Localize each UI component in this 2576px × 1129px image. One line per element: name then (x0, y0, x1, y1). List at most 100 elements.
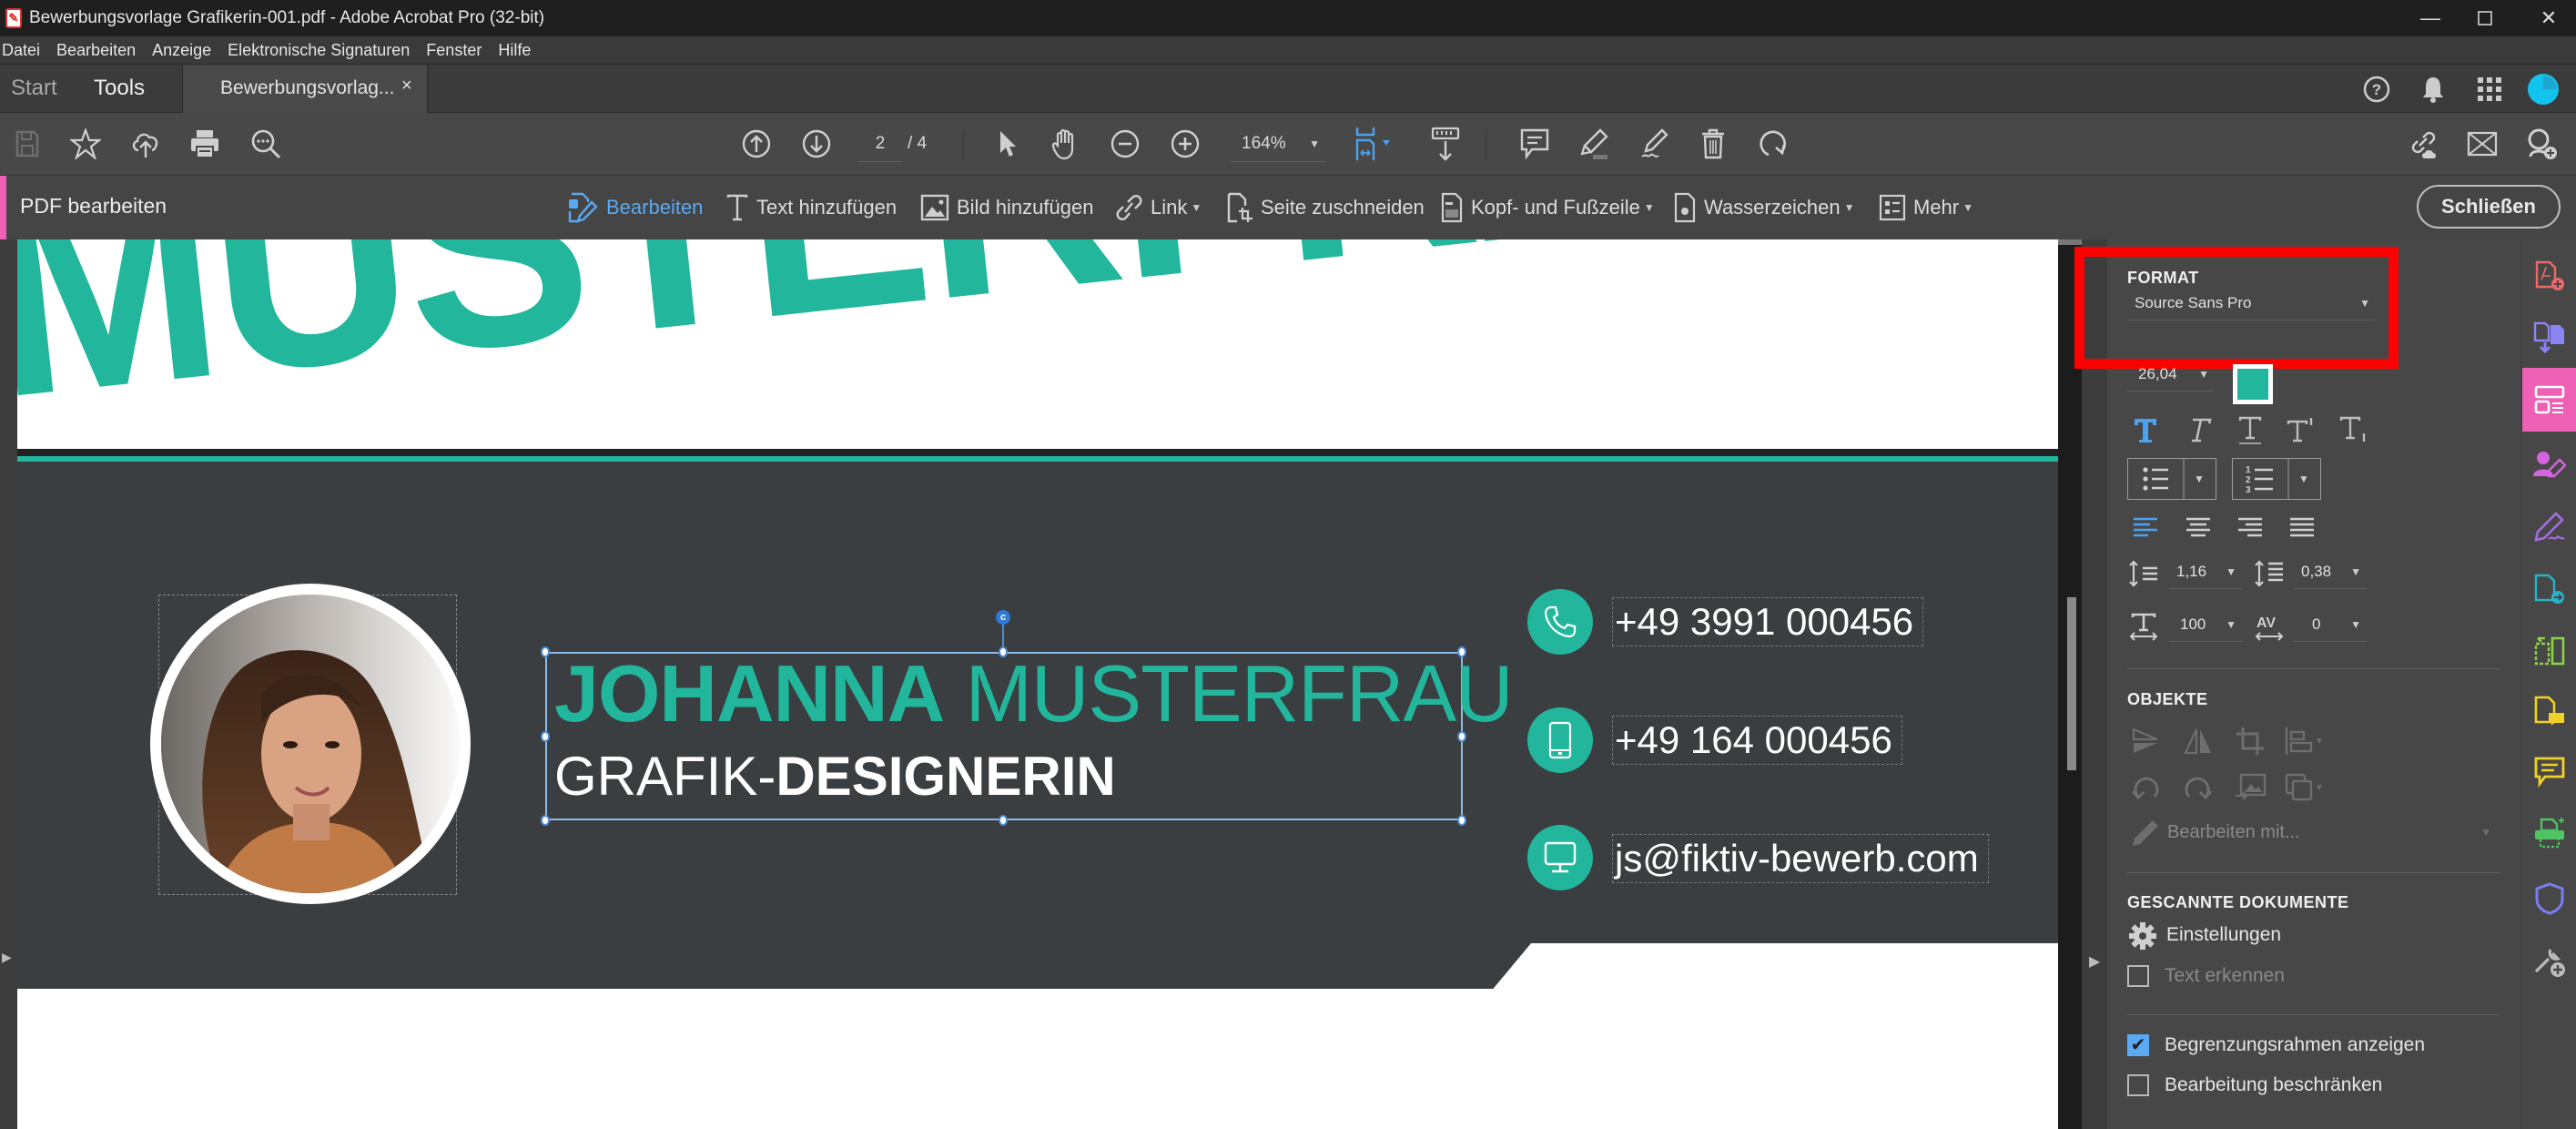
char-spacing-select[interactable]: 0 ▼ (2294, 609, 2367, 642)
add-image-button[interactable]: Bild hinzufügen (920, 191, 1093, 224)
rail-scan[interactable] (2522, 808, 2576, 859)
zoom-in-button[interactable] (1167, 126, 1203, 162)
sign-button[interactable] (1636, 126, 1672, 162)
tab-tools[interactable]: Tools (94, 76, 145, 101)
align-objects-button[interactable]: ▼ (2284, 723, 2335, 759)
maximize-button[interactable] (2458, 0, 2512, 36)
save-button[interactable] (9, 126, 46, 162)
mobile-text[interactable]: +49 164 000456 (1612, 716, 1902, 765)
font-size-select[interactable]: 26,04 ▼ (2127, 359, 2215, 392)
menu-fenster[interactable]: Fenster (426, 41, 482, 60)
email-text[interactable]: js@fiktiv-bewerb.com (1612, 834, 1989, 883)
edit-button[interactable]: Bearbeiten (566, 191, 703, 224)
settings-link[interactable]: Einstellungen (2166, 924, 2281, 946)
zoom-out-button[interactable] (1107, 126, 1143, 162)
scrollbar-thumb[interactable] (2067, 597, 2076, 770)
settings-gear-icon[interactable] (2127, 920, 2158, 951)
profile-photo[interactable] (150, 584, 471, 904)
flip-horizontal-button[interactable] (2180, 723, 2216, 759)
rail-request-signature[interactable] (2522, 440, 2576, 491)
show-bounding-box-checkbox[interactable]: ✔ (2127, 1034, 2149, 1056)
menu-datei[interactable]: Datei (2, 41, 40, 60)
phone-text[interactable]: +49 3991 000456 (1612, 597, 1924, 646)
recognize-text-checkbox[interactable] (2127, 965, 2149, 987)
more-button[interactable]: Mehr ▼ (1879, 191, 1973, 224)
close-tool-button[interactable]: Schließen (2417, 185, 2561, 229)
text-color-swatch[interactable] (2233, 364, 2273, 404)
align-right-button[interactable] (2232, 511, 2268, 544)
menu-signaturen[interactable]: Elektronische Signaturen (228, 41, 410, 60)
chevron-down-icon[interactable]: ▼ (2194, 473, 2205, 485)
rail-more-tools[interactable] (2522, 936, 2576, 987)
minimize-button[interactable]: — (2403, 0, 2458, 36)
replace-image-button[interactable] (2232, 769, 2268, 806)
print-button[interactable] (187, 126, 223, 162)
header-footer-button[interactable]: Kopf- und Fußzeile ▼ (1440, 191, 1655, 224)
comment-button[interactable] (1516, 126, 1553, 162)
highlight-button[interactable] (1576, 126, 1612, 162)
apps-button[interactable] (2473, 73, 2506, 106)
next-page-button[interactable] (798, 126, 835, 162)
upload-cloud-button[interactable] (127, 126, 164, 162)
pdf-page[interactable]: MUSTERFRAU (17, 239, 2058, 1129)
line-spacing-select[interactable]: 1,16 ▼ (2169, 556, 2242, 589)
underline-button[interactable] (2232, 411, 2268, 449)
delete-button[interactable] (1695, 126, 1731, 162)
tab-document[interactable]: Bewerbungsvorlag... × (182, 65, 428, 113)
justify-button[interactable] (2284, 511, 2320, 544)
arrange-button[interactable]: ▼ (2284, 769, 2335, 806)
align-center-button[interactable] (2180, 511, 2216, 544)
share-link-button[interactable] (2405, 126, 2441, 162)
rotate-right-button[interactable] (2180, 769, 2216, 806)
select-tool-button[interactable] (989, 126, 1025, 162)
vertical-scrollbar[interactable] (2058, 239, 2082, 1129)
crop-page-button[interactable]: Seite zuschneiden (1226, 191, 1425, 224)
crop-image-button[interactable] (2232, 723, 2268, 759)
rail-send-pdf[interactable] (2522, 564, 2576, 615)
subscript-button[interactable] (2337, 411, 2373, 449)
add-user-button[interactable] (2523, 126, 2560, 162)
restrict-editing-checkbox[interactable] (2127, 1074, 2149, 1096)
tab-start[interactable]: Start (11, 76, 57, 101)
rail-comment[interactable] (2522, 746, 2576, 797)
menu-bearbeiten[interactable]: Bearbeiten (56, 41, 136, 60)
chevron-down-icon[interactable]: ▼ (2298, 473, 2309, 485)
rail-fill-sign[interactable] (2522, 502, 2576, 553)
resize-handle-sw[interactable] (541, 815, 550, 826)
collapse-panel-icon[interactable]: ▶ (2089, 952, 2100, 971)
expand-left-pane-icon[interactable]: ▶ (2, 950, 12, 965)
search-button[interactable] (248, 126, 284, 162)
resize-handle-se[interactable] (1457, 815, 1466, 826)
rotation-handle[interactable]: c (996, 610, 1010, 625)
resize-handle-nw[interactable] (541, 646, 550, 657)
rail-organize-pages[interactable] (2522, 626, 2576, 676)
rotate-left-button[interactable] (2127, 769, 2164, 806)
rotate-button[interactable] (1755, 126, 1791, 162)
hand-tool-button[interactable] (1047, 126, 1083, 162)
italic-button[interactable] (2180, 411, 2216, 449)
font-family-select[interactable]: Source Sans Pro ▼ (2127, 288, 2376, 320)
panel-collapse-strip[interactable]: ▶ (2082, 239, 2107, 1129)
rail-comment-file[interactable] (2522, 686, 2576, 737)
close-window-button[interactable]: ✕ (2521, 0, 2576, 36)
previous-page-button[interactable] (738, 126, 775, 162)
menu-hilfe[interactable]: Hilfe (498, 41, 531, 60)
horizontal-scale-select[interactable]: 100 ▼ (2169, 609, 2242, 642)
full-name-text[interactable]: JOHANNA MUSTERFRAU (554, 647, 1514, 740)
page-number-input[interactable]: 2 (857, 127, 903, 162)
fit-page-button[interactable] (1352, 126, 1397, 162)
account-avatar[interactable] (2527, 73, 2560, 106)
menu-anzeige[interactable]: Anzeige (152, 41, 211, 60)
watermark-button[interactable]: Wasserzeichen ▼ (1673, 191, 1854, 224)
edit-with-select[interactable]: Bearbeiten mit... ▼ (2167, 817, 2497, 849)
job-title-text[interactable]: GRAFIK-DESIGNERIN (554, 745, 1116, 808)
scroll-mode-button[interactable] (1427, 126, 1464, 162)
rail-protect[interactable] (2522, 873, 2576, 924)
email-button[interactable] (2464, 126, 2500, 162)
link-button[interactable]: Link ▼ (1114, 191, 1202, 224)
notifications-button[interactable] (2417, 73, 2449, 106)
numbered-list-button[interactable]: 123 ▼ (2232, 458, 2321, 500)
rail-edit-pdf[interactable] (2522, 368, 2576, 432)
banner-surname-text[interactable]: MUSTERFRAU (17, 239, 1869, 459)
rail-export-pdf[interactable] (2522, 312, 2576, 363)
